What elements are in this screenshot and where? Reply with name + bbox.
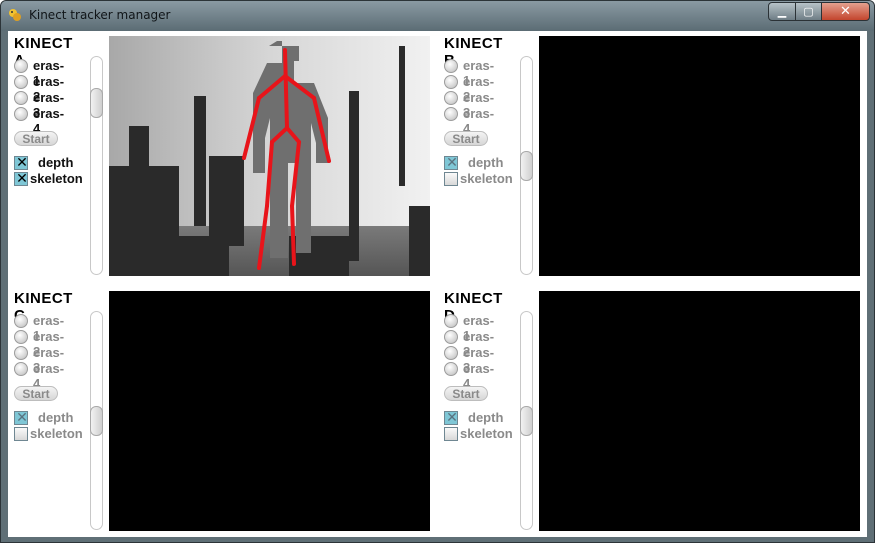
skeleton-checkbox[interactable] [14,427,28,441]
start-button[interactable]: Start [14,386,58,401]
scroll-thumb[interactable] [90,406,103,436]
python-snake-icon [9,9,21,21]
radio-button[interactable] [14,330,28,344]
minimize-button[interactable]: ▁ [768,2,796,21]
skeleton-label: skeleton [460,426,513,441]
radio-button[interactable] [14,362,28,376]
close-button[interactable]: ✕ [821,2,870,21]
skeleton-label: skeleton [30,171,83,186]
skeleton-label: skeleton [30,426,83,441]
radio-button[interactable] [444,346,458,360]
depth-checkbox[interactable]: ✕ [14,155,28,171]
radio-button[interactable] [444,314,458,328]
radio-button[interactable] [444,75,458,89]
start-button[interactable]: Start [444,386,488,401]
check-mark-icon: ✕ [16,410,28,426]
depth-video-feed [109,36,430,276]
depth-video-feed [539,291,860,531]
depth-label: depth [38,155,74,170]
scrollbar[interactable] [90,56,103,275]
scroll-thumb[interactable] [90,88,103,118]
skeleton-checkbox[interactable] [444,427,458,441]
radio-button[interactable] [444,330,458,344]
radio-button[interactable] [14,314,28,328]
scrollbar[interactable] [520,56,533,275]
radio-button[interactable] [14,75,28,89]
scrollbar[interactable] [90,311,103,530]
scroll-thumb[interactable] [520,151,533,181]
client-area: KINECT A eras-1 eras-2 eras-3 eras-4 Sta… [8,31,867,537]
radio-button[interactable] [14,91,28,105]
check-mark-icon: ✕ [16,171,28,187]
depth-video-feed [109,291,430,531]
window-title: Kinect tracker manager [29,8,171,22]
radio-button[interactable] [444,362,458,376]
depth-checkbox[interactable]: ✕ [14,410,28,426]
start-button[interactable]: Start [14,131,58,146]
radio-button[interactable] [444,91,458,105]
maximize-button[interactable]: ▢ [795,2,822,21]
app-window: Kinect tracker manager ▁ ▢ ✕ KINECT A er… [0,0,875,543]
radio-button[interactable] [444,59,458,73]
radio-button[interactable] [14,346,28,360]
scroll-thumb[interactable] [520,406,533,436]
start-button[interactable]: Start [444,131,488,146]
skeleton-checkbox[interactable]: ✕ [14,171,28,187]
skeleton-checkbox[interactable] [444,172,458,186]
skeleton-label: skeleton [460,171,513,186]
depth-checkbox[interactable]: ✕ [444,155,458,171]
depth-video-feed [539,36,860,276]
title-bar[interactable]: Kinect tracker manager ▁ ▢ ✕ [1,1,874,31]
radio-button[interactable] [444,107,458,121]
depth-label: depth [468,155,504,170]
depth-label: depth [38,410,74,425]
check-mark-icon: ✕ [446,410,458,426]
radio-button[interactable] [14,59,28,73]
depth-checkbox[interactable]: ✕ [444,410,458,426]
radio-button[interactable] [14,107,28,121]
scrollbar[interactable] [520,311,533,530]
depth-label: depth [468,410,504,425]
check-mark-icon: ✕ [446,155,458,171]
